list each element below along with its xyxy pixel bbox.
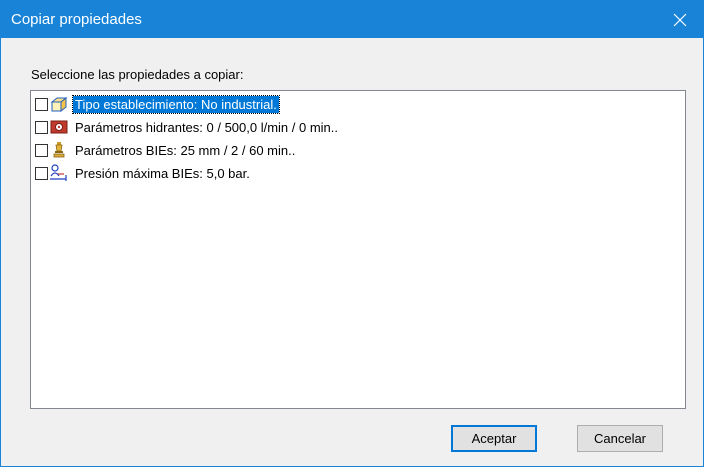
dialog-title: Copiar propiedades <box>11 11 142 28</box>
cancel-button[interactable]: Cancelar <box>577 425 663 452</box>
property-label: Parámetros hidrantes: 0 / 500,0 l/min / … <box>75 119 339 135</box>
close-icon <box>673 13 687 26</box>
property-item-hydrant-parameters[interactable]: Parámetros hidrantes: 0 / 500,0 l/min / … <box>35 117 340 137</box>
checkbox[interactable] <box>35 97 48 111</box>
hydrant-icon <box>49 118 69 136</box>
instruction-label: Seleccione las propiedades a copiar: <box>31 67 244 82</box>
close-button[interactable] <box>657 1 703 38</box>
property-label: Parámetros BIEs: 25 mm / 2 / 60 min.. <box>75 142 296 158</box>
property-item-establishment-type[interactable]: Tipo establecimiento: No industrial. <box>35 94 280 114</box>
property-item-max-pressure[interactable]: Presión máxima BIEs: 5,0 bar. <box>35 163 252 183</box>
checkbox[interactable] <box>35 120 48 134</box>
hose-nozzle-icon <box>49 141 69 159</box>
accept-button[interactable]: Aceptar <box>451 425 537 452</box>
property-label: Presión máxima BIEs: 5,0 bar. <box>75 165 250 181</box>
pressure-person-icon <box>49 164 69 182</box>
copy-properties-dialog: Copiar propiedades Seleccione las propie… <box>0 0 704 467</box>
title-bar[interactable]: Copiar propiedades <box>1 1 703 38</box>
building-box-icon <box>49 95 69 113</box>
property-label: Tipo establecimiento: No industrial. <box>72 94 280 114</box>
properties-checklist[interactable]: Tipo establecimiento: No industrial. Par… <box>30 90 686 409</box>
checkbox[interactable] <box>35 166 48 180</box>
property-item-bie-parameters[interactable]: Parámetros BIEs: 25 mm / 2 / 60 min.. <box>35 140 297 160</box>
checkbox[interactable] <box>35 143 48 157</box>
